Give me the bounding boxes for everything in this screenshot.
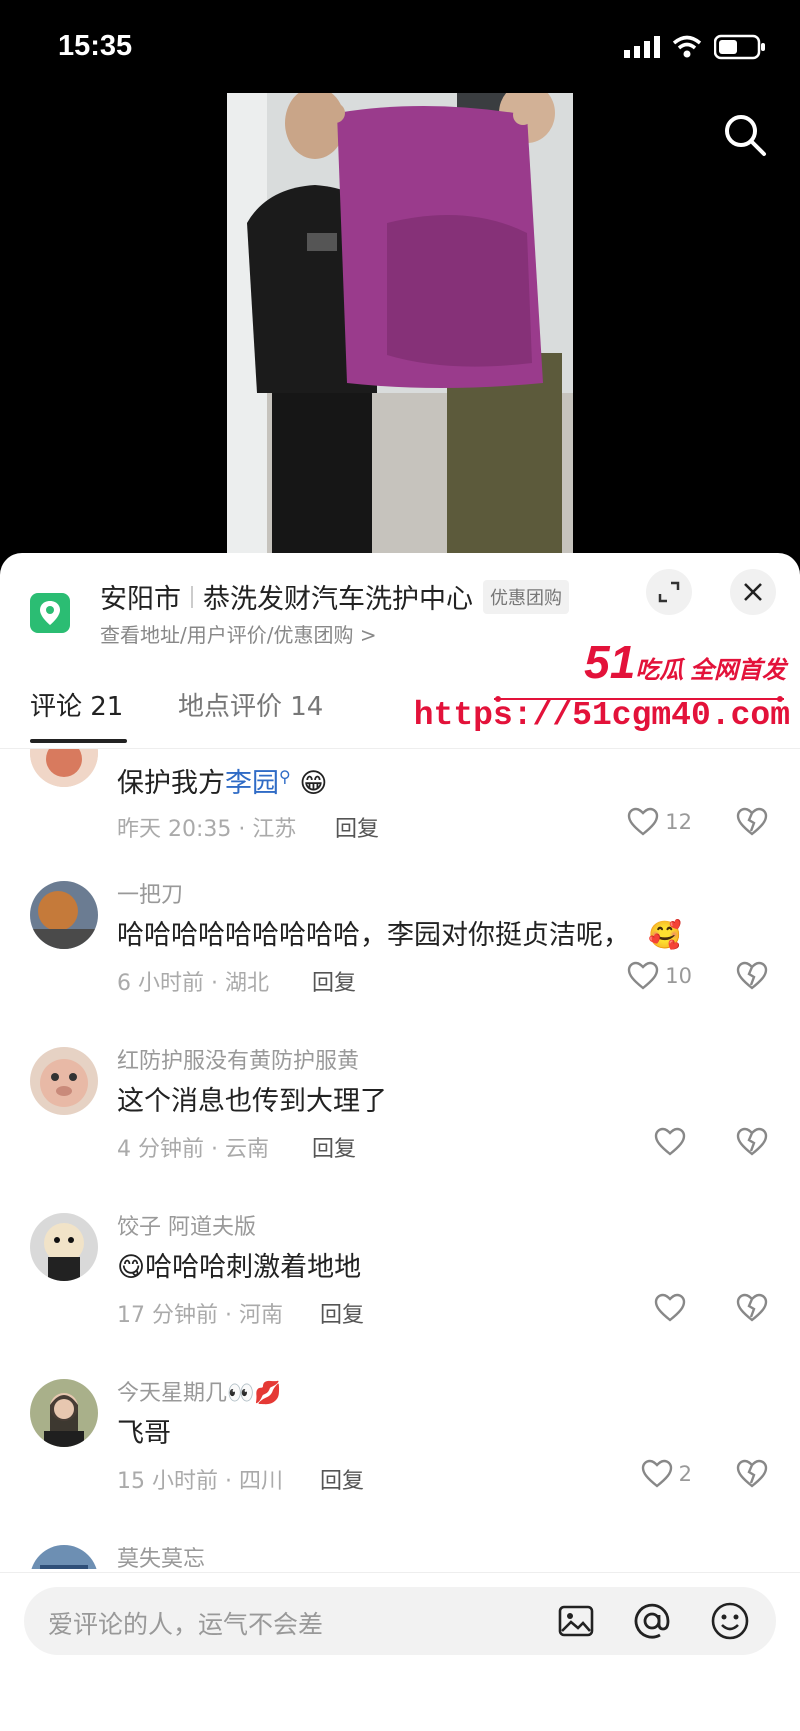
wifi-icon — [672, 35, 702, 58]
reply-button[interactable]: 回复 — [312, 1131, 356, 1163]
watermark: 51吃瓜 全网首发 https://51cgm40.com — [414, 635, 794, 745]
broken-heart-icon — [736, 1293, 768, 1322]
location-pin-icon — [30, 593, 70, 633]
comment-text: 😋哈哈哈刺激着地地 — [117, 1252, 362, 1283]
avatar[interactable] — [30, 1545, 98, 1569]
comment-meta: 6 小时前 · 湖北 — [117, 971, 269, 996]
image-button[interactable] — [556, 1601, 596, 1641]
image-icon — [558, 1605, 594, 1637]
watermark-brand: 51吃瓜 全网首发 — [584, 635, 786, 689]
comment-username[interactable]: 一把刀 — [117, 877, 183, 909]
broken-heart-icon — [736, 1459, 768, 1488]
comment-meta: 4 分钟前 · 云南 — [117, 1137, 269, 1162]
broken-heart-icon — [736, 961, 768, 990]
heart-icon — [641, 1459, 672, 1488]
like-count: 10 — [665, 964, 692, 988]
location-divider — [191, 585, 193, 608]
reply-button[interactable]: 回复 — [320, 1297, 364, 1329]
battery-icon — [714, 34, 765, 60]
heart-icon — [628, 807, 659, 836]
reply-button[interactable]: 回复 — [320, 1463, 364, 1495]
comment-meta: 15 小时前 · 四川 — [117, 1469, 283, 1494]
location-title[interactable]: 安阳市 恭洗发财汽车洗护中心 优惠团购 — [100, 577, 569, 616]
dislike-button[interactable] — [736, 1459, 768, 1493]
avatar[interactable] — [30, 1047, 98, 1115]
watermark-number: 51 — [584, 636, 636, 688]
comment-input-bar: 爱评论的人，运气不会差 — [0, 1572, 800, 1731]
comment-text: 飞哥 — [117, 1418, 171, 1449]
comment-username[interactable]: 今天星期几👀💋 — [117, 1375, 282, 1407]
comment-input[interactable]: 爱评论的人，运气不会差 — [24, 1587, 776, 1655]
like-button[interactable] — [654, 1127, 692, 1157]
at-icon — [634, 1603, 670, 1639]
emoji-button[interactable] — [710, 1601, 750, 1641]
comment-text: 保护我方李园⚲ 😁 — [117, 767, 328, 799]
status-time: 15:35 — [58, 30, 133, 62]
yum-emoji-icon: 😋 — [117, 1252, 146, 1283]
search-icon — [725, 115, 766, 156]
dislike-button[interactable] — [736, 1127, 768, 1161]
broken-heart-icon — [736, 1127, 768, 1156]
comment-text: 这个消息也传到大理了 — [117, 1086, 387, 1117]
video-player[interactable] — [227, 93, 573, 553]
comment-text: 哈哈哈哈哈哈哈哈哈，李园对你挺贞洁呢， 🥰 — [117, 920, 682, 951]
reply-button[interactable]: 回复 — [312, 965, 356, 997]
comment-input-placeholder: 爱评论的人，运气不会差 — [48, 1610, 324, 1639]
comment-username[interactable]: 红防护服没有黄防护服黄 — [117, 1043, 359, 1075]
search-button[interactable] — [720, 110, 770, 160]
heart-icon — [654, 1293, 686, 1322]
comments-sheet: 安阳市 恭洗发财汽车洗护中心 优惠团购 查看地址/用户评价/优惠团购 > 评论 … — [0, 553, 800, 1731]
like-button[interactable]: 2 — [641, 1459, 692, 1489]
avatar[interactable] — [30, 749, 98, 787]
close-button[interactable] — [730, 569, 776, 615]
like-button[interactable]: 10 — [627, 961, 692, 991]
comment-list: 保护我方李园⚲ 😁 昨天 20:35 · 江苏 回复 12 一把刀 哈哈哈哈哈哈… — [0, 749, 800, 1569]
hug-emoji-icon: 🥰 — [648, 920, 682, 951]
dislike-button[interactable] — [736, 961, 768, 995]
video-frame-image — [227, 93, 573, 553]
avatar[interactable] — [30, 881, 98, 949]
signal-icon — [624, 36, 660, 58]
heart-icon — [628, 961, 659, 990]
smiley-icon — [711, 1602, 749, 1640]
dislike-button[interactable] — [736, 807, 768, 841]
heart-icon — [654, 1127, 686, 1156]
status-icons — [624, 34, 766, 60]
comment-username[interactable]: 莫失莫忘 — [117, 1541, 205, 1569]
like-count: 12 — [665, 810, 692, 834]
expand-button[interactable] — [646, 569, 692, 615]
search-icon: ⚲ — [279, 767, 291, 786]
avatar[interactable] — [30, 1379, 98, 1447]
mention-button[interactable] — [632, 1601, 672, 1641]
comment-meta: 昨天 20:35 · 江苏 — [117, 817, 297, 842]
like-button[interactable] — [654, 1293, 692, 1323]
watermark-text: 吃瓜 全网首发 — [635, 657, 786, 684]
mention-link[interactable]: 李园 — [225, 768, 279, 799]
location-name: 恭洗发财汽车洗护中心 — [203, 584, 473, 615]
comment-meta: 17 分钟前 · 河南 — [117, 1303, 283, 1328]
comment-username[interactable]: 饺子 阿道夫版 — [117, 1209, 256, 1241]
like-count: 2 — [678, 1462, 692, 1486]
grin-emoji-icon: 😁 — [299, 768, 328, 799]
tab-comments[interactable]: 评论 21 — [30, 686, 128, 743]
broken-heart-icon — [736, 807, 768, 836]
group-buy-tag: 优惠团购 — [483, 579, 569, 614]
reply-button[interactable]: 回复 — [335, 811, 379, 843]
tab-place-reviews[interactable]: 地点评价 14 — [178, 686, 323, 723]
location-city: 安阳市 — [100, 584, 181, 615]
watermark-url: https://51cgm40.com — [413, 697, 790, 734]
expand-icon — [658, 581, 680, 603]
close-icon — [744, 583, 762, 601]
avatar[interactable] — [30, 1213, 98, 1281]
status-bar: 15:35 — [0, 0, 800, 95]
dislike-button[interactable] — [736, 1293, 768, 1327]
location-links[interactable]: 查看地址/用户评价/优惠团购 > — [100, 619, 377, 648]
like-button[interactable]: 12 — [627, 807, 692, 837]
